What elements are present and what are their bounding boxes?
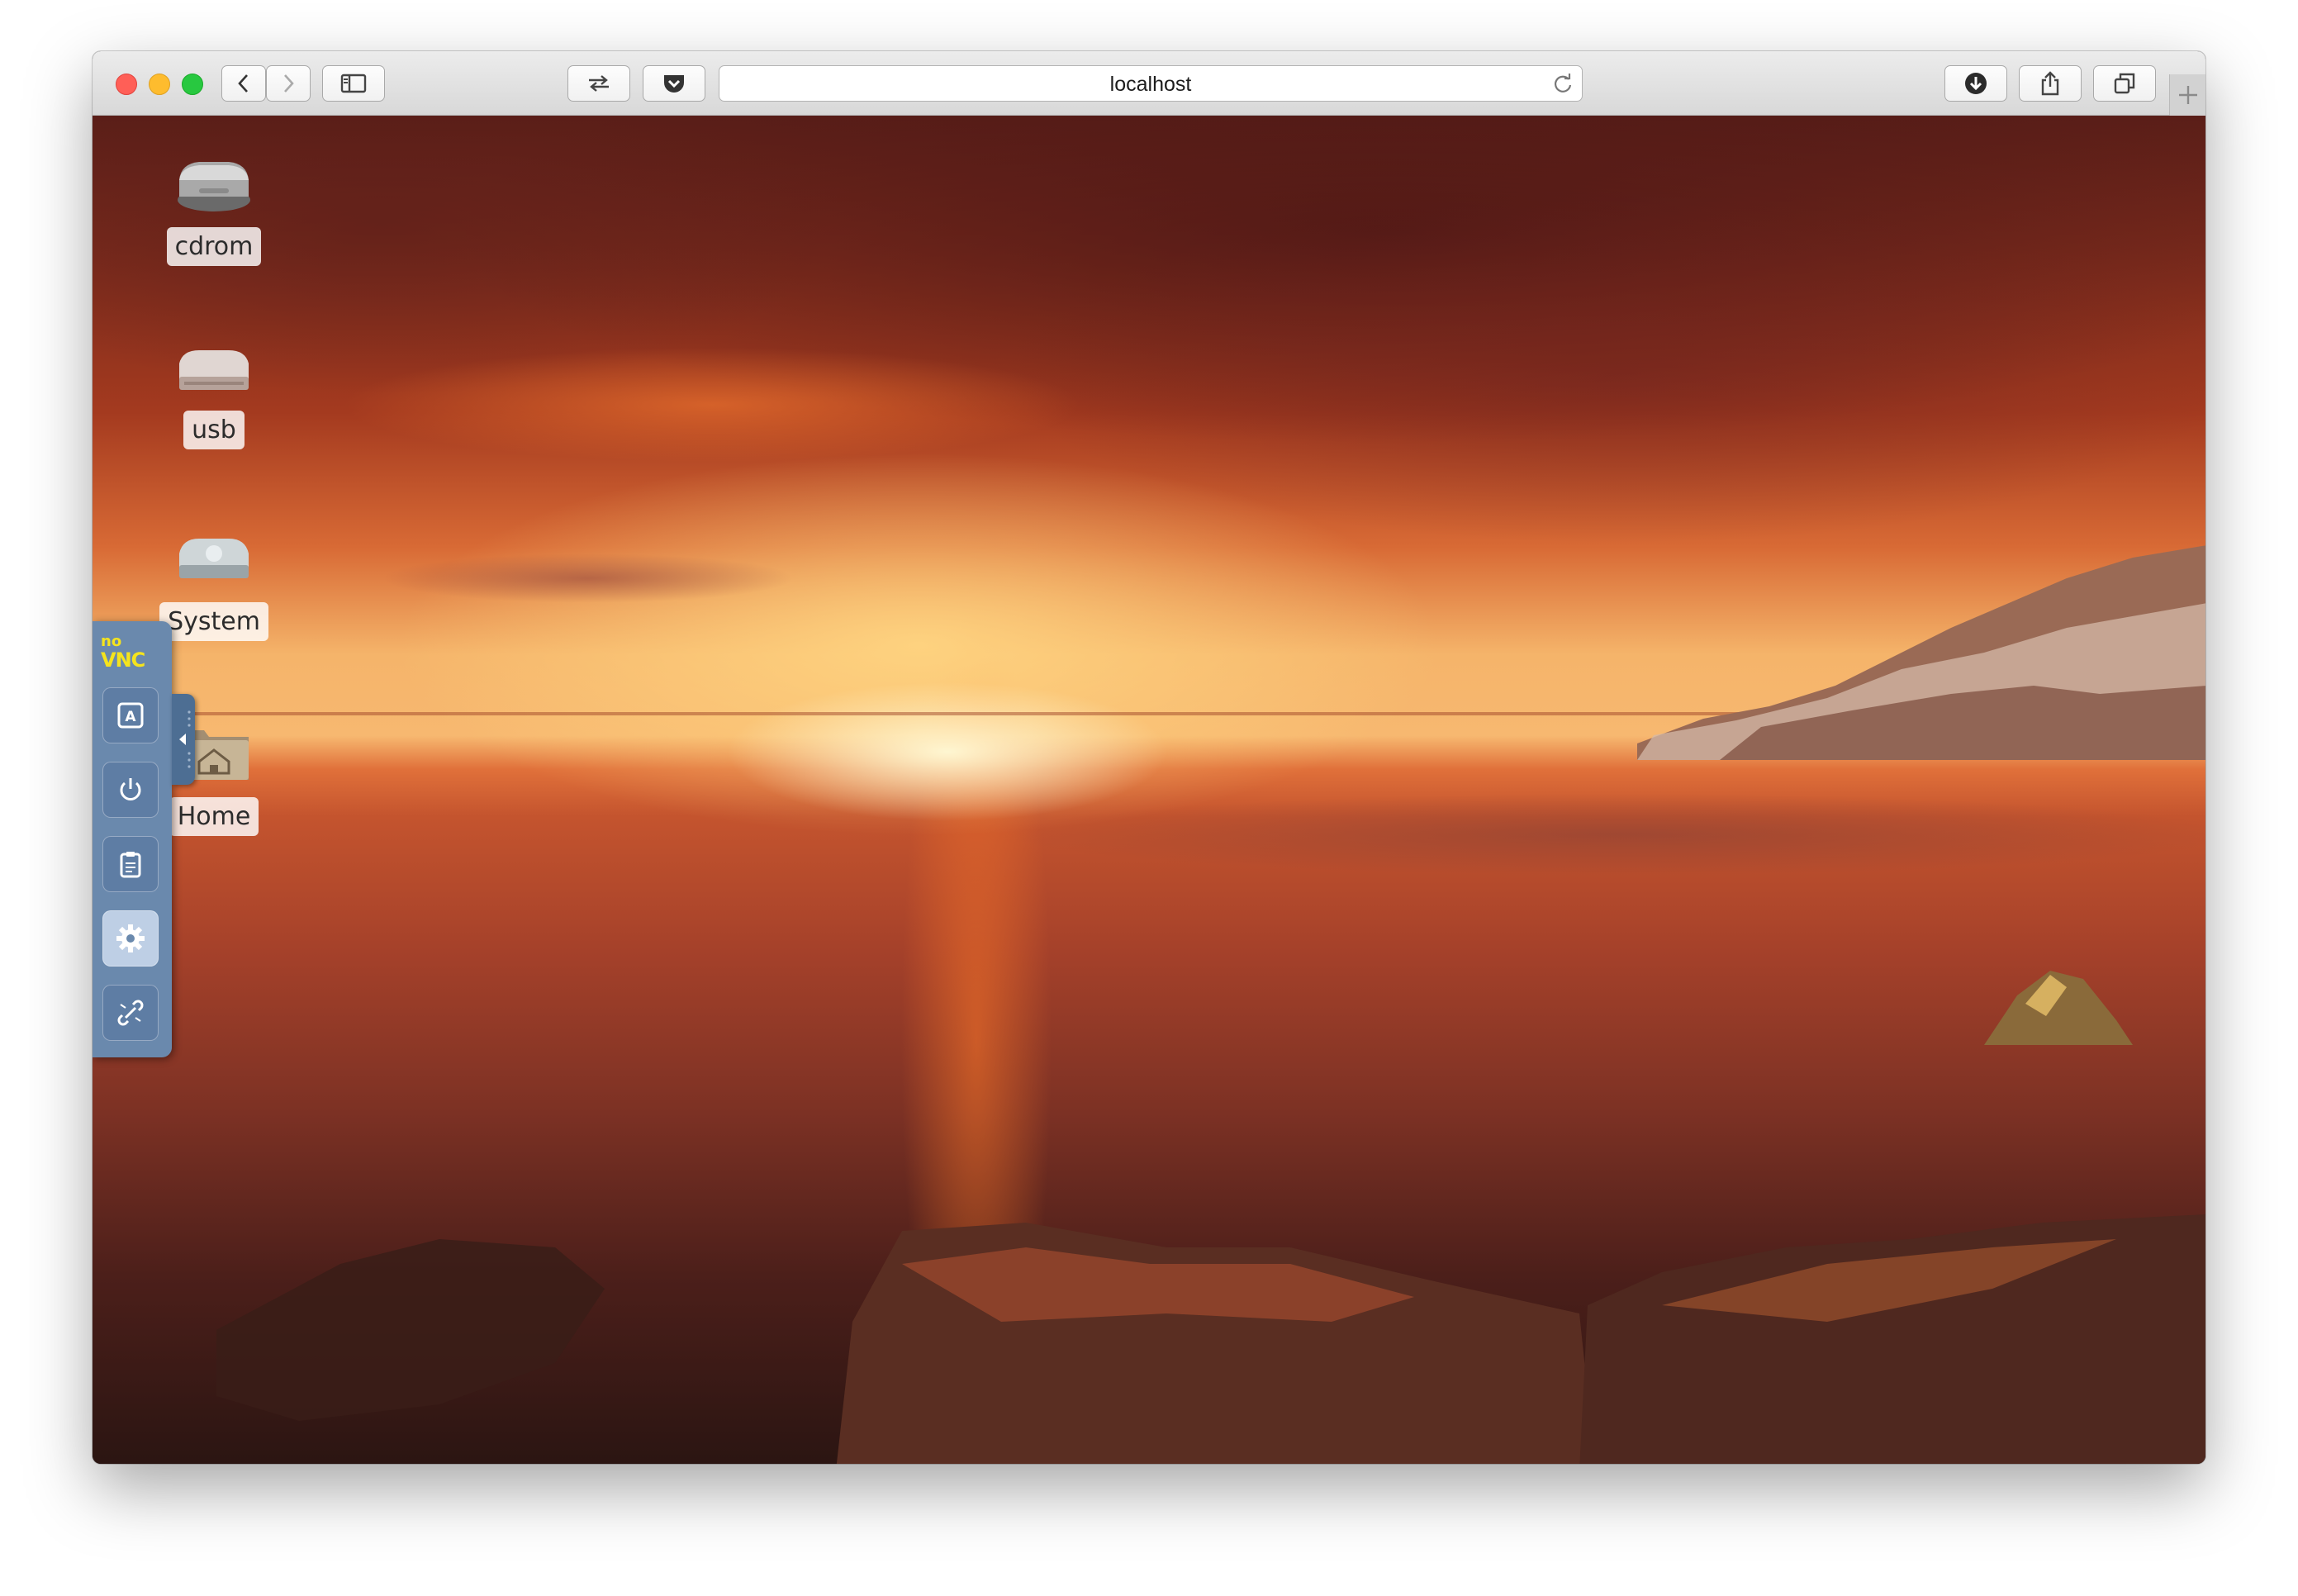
browser-toolbar: localhost: [93, 51, 2205, 116]
desktop-icon-label: System: [159, 602, 268, 641]
address-bar[interactable]: localhost: [719, 65, 1583, 102]
forward-button[interactable]: [266, 65, 311, 102]
pocket-icon: [664, 75, 684, 93]
close-window-button[interactable]: [116, 74, 137, 95]
plus-icon: [2179, 86, 2197, 104]
keyboard-icon: A: [117, 702, 144, 729]
chevron-right-icon: [284, 74, 294, 93]
cliff-shape: [1637, 545, 2205, 760]
browser-window: localhost cdrom usb System Home no VNC A: [93, 51, 2205, 1464]
desktop-icon-label: usb: [183, 411, 245, 449]
clipboard-button[interactable]: [102, 836, 159, 892]
power-icon: [120, 778, 141, 800]
optical-drive-icon: [178, 162, 250, 211]
desktop-icon-usb[interactable]: usb: [156, 345, 272, 449]
new-tab-button[interactable]: [2169, 74, 2205, 116]
svg-text:A: A: [125, 709, 136, 725]
hard-drive-icon: [179, 539, 249, 578]
downloads-button[interactable]: [1944, 65, 2007, 102]
show-tabs-button[interactable]: [2093, 65, 2156, 102]
remote-desktop[interactable]: cdrom usb System Home no VNC A: [93, 116, 2205, 1464]
pocket-button[interactable]: [643, 65, 705, 102]
remote-control-button[interactable]: [567, 65, 630, 102]
minimize-window-button[interactable]: [149, 74, 170, 95]
disconnect-button[interactable]: [102, 985, 159, 1041]
settings-button[interactable]: [102, 910, 159, 967]
sidebar-toggle-button[interactable]: [322, 65, 385, 102]
chevron-left-icon: [238, 74, 248, 93]
share-button[interactable]: [2019, 65, 2082, 102]
control-bar-handle[interactable]: [172, 694, 195, 785]
back-button[interactable]: [221, 65, 266, 102]
small-rock: [1984, 971, 2133, 1045]
sidebar-icon: [340, 74, 367, 93]
address-bar-url: localhost: [1109, 73, 1192, 96]
clipboard-icon: [120, 852, 141, 878]
foreground-rocks: [216, 1214, 2205, 1464]
gear-icon: [116, 924, 145, 952]
share-icon: [2041, 71, 2059, 96]
usb-drive-icon: [179, 350, 249, 390]
wallpaper: [93, 116, 2205, 1464]
keyboard-button[interactable]: A: [102, 687, 159, 743]
power-button[interactable]: [102, 762, 159, 818]
disconnect-icon: [117, 1000, 144, 1026]
desktop-icon-cdrom[interactable]: cdrom: [156, 155, 272, 266]
novnc-logo: no VNC: [101, 633, 145, 672]
desktop-icon-system[interactable]: System: [156, 532, 272, 641]
desktop-icon-label: Home: [169, 797, 259, 836]
zoom-window-button[interactable]: [182, 74, 203, 95]
swap-arrows-icon: [589, 75, 609, 92]
novnc-logo-bottom: VNC: [101, 648, 145, 672]
tabs-icon: [2114, 73, 2135, 94]
novnc-control-bar: no VNC A: [93, 621, 172, 1057]
reload-icon[interactable]: [1552, 74, 1574, 95]
desktop-icon-label: cdrom: [166, 227, 262, 266]
download-icon: [1965, 73, 1987, 94]
collapse-arrow-icon: [179, 710, 191, 768]
